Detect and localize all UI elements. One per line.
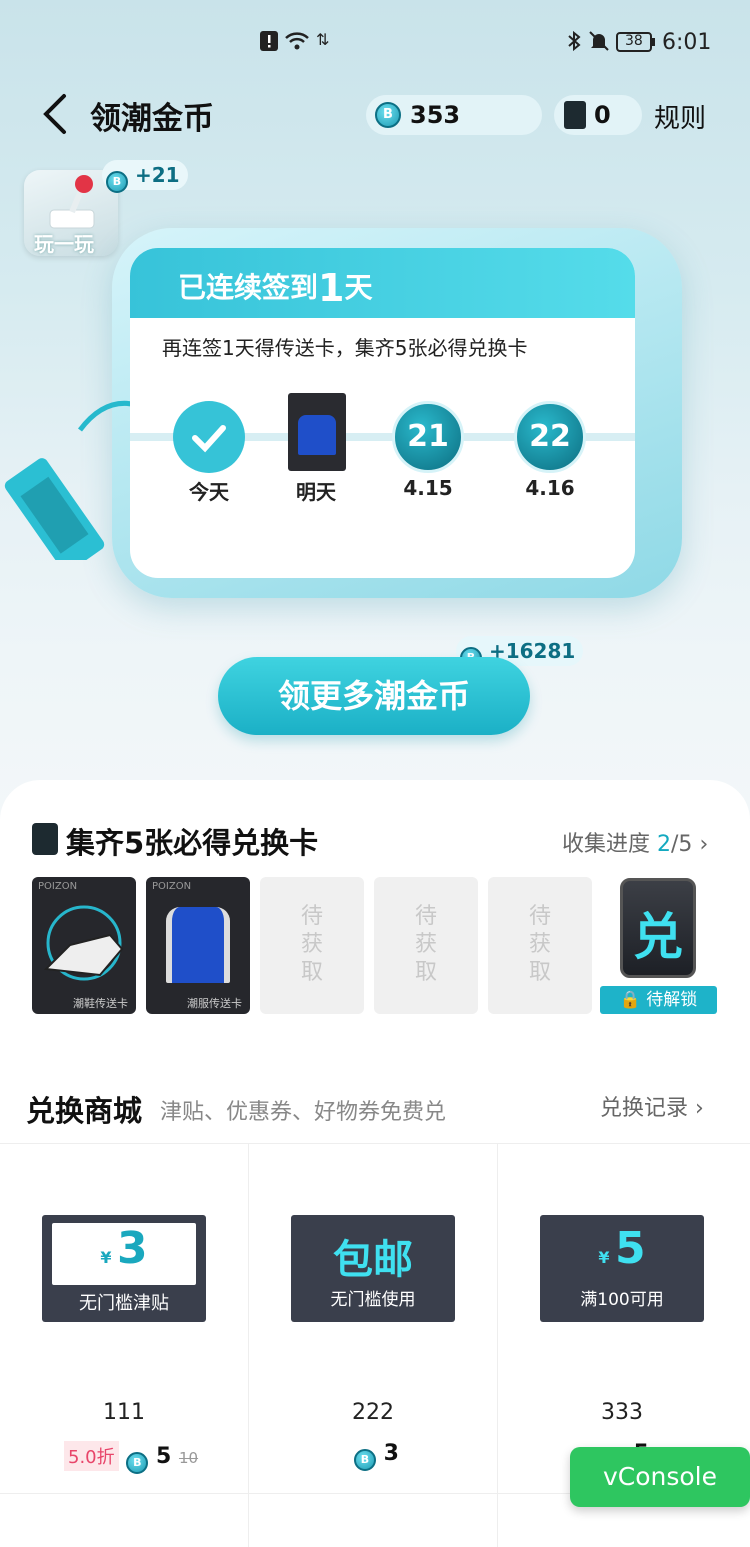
mall-title: 兑换商城 — [26, 1094, 143, 1128]
pending-char: 获 — [414, 932, 437, 957]
coupon-caption: 无门槛津贴 — [79, 1293, 169, 1314]
coin-balance: 353 — [410, 101, 461, 129]
sneaker-graphic — [43, 905, 124, 981]
data-arrows-icon: ⇅ — [316, 30, 330, 49]
price-value: 5 — [155, 1444, 172, 1469]
checkin-heading-prefix: 已连续签到 — [178, 271, 319, 304]
exchange-card-reward[interactable]: 兑 — [620, 878, 696, 978]
pending-char: 获 — [528, 932, 551, 957]
wifi-icon — [284, 30, 310, 58]
coupon-subsidy: ¥ 3 无门槛津贴 — [42, 1215, 206, 1322]
chevron-right-icon: › — [695, 1096, 704, 1121]
checkin-card: 已连续签到1天 再连签1天得传送卡，集齐5张必得兑换卡 今天 明天 21 4.1… — [130, 248, 635, 578]
chevron-right-icon: › — [699, 832, 709, 857]
collection-progress[interactable]: 收集进度 2/5 › — [562, 826, 708, 858]
card-count-pill[interactable]: 0 — [554, 95, 642, 135]
price-value: 3 — [383, 1441, 399, 1466]
card-brand: POIZON — [152, 881, 192, 892]
checkin-heading-suffix: 天 — [344, 271, 373, 304]
product-name: 111 — [103, 1400, 145, 1425]
pending-char: 取 — [528, 960, 551, 985]
coupon-currency: ¥ — [598, 1248, 610, 1267]
checkin-node-coin-1: 21 — [392, 401, 464, 473]
coin-icon: B — [354, 1449, 376, 1471]
exchange-card-icon — [32, 823, 58, 855]
original-price: 10 — [178, 1449, 199, 1467]
checkin-node-today — [173, 401, 245, 473]
bluetooth-icon — [566, 30, 582, 58]
progress-current: 2 — [657, 832, 672, 857]
coupon-currency: ¥ — [100, 1248, 112, 1267]
product-price: 5.0折 B 5 10 — [64, 1441, 199, 1474]
card-count: 0 — [594, 101, 611, 129]
coin-icon: B — [375, 102, 401, 128]
chevron-left-icon — [43, 94, 66, 134]
play-bonus-badge: B +21 — [102, 160, 188, 193]
jacket-graphic — [298, 415, 336, 455]
jacket-graphic — [166, 907, 230, 983]
checkin-label-day3: 4.15 — [403, 476, 453, 500]
play-bonus: +21 — [134, 163, 180, 187]
rules-link[interactable]: 规则 — [654, 98, 706, 135]
pending-card-slot: 待获取 — [260, 877, 364, 1014]
mall-subtitle: 津贴、优惠券、好物券免费兑 — [160, 1100, 447, 1125]
coin-icon: B — [126, 1452, 149, 1474]
vconsole-button[interactable]: vConsole — [570, 1447, 750, 1507]
card-label: 潮服传送卡 — [187, 997, 242, 1010]
pending-card-slot: 待获取 — [488, 877, 592, 1014]
transfer-card-reward — [288, 393, 346, 471]
coin-icon: B — [106, 171, 128, 193]
checkin-label-tomorrow: 明天 — [296, 480, 336, 504]
coupon-amount: 3 — [117, 1223, 148, 1274]
product-name: 222 — [352, 1400, 394, 1425]
pending-char: 待 — [414, 904, 437, 929]
play-label: 玩一玩 — [34, 232, 94, 256]
pending-char: 取 — [414, 960, 437, 985]
product-name: 333 — [601, 1400, 643, 1425]
coupon-amount: 5 — [615, 1223, 646, 1274]
coupon-caption: 满100可用 — [580, 1290, 664, 1310]
checkin-header: 已连续签到1天 — [130, 248, 635, 318]
checkin-label-day4: 4.16 — [525, 476, 575, 500]
coupon-discount: ¥ 5 满100可用 — [540, 1215, 704, 1322]
pending-char: 获 — [300, 932, 323, 957]
clock: 6:01 — [662, 30, 712, 55]
collection-title: 集齐5张必得兑换卡 — [66, 826, 319, 860]
coupon-caption: 无门槛使用 — [330, 1290, 416, 1310]
collected-card-2[interactable]: POIZON 潮服传送卡 — [146, 877, 250, 1014]
page-title: 领潮金币 — [90, 101, 214, 137]
checkin-label-today: 今天 — [189, 480, 229, 504]
battery-level: 38 — [625, 33, 643, 49]
exchange-card-icon — [564, 101, 586, 129]
coin-balance-pill[interactable]: B 353 — [366, 95, 542, 135]
reward-char: 兑 — [633, 908, 683, 966]
coupon-main: 包邮 — [333, 1237, 413, 1283]
discount-badge: 5.0折 — [64, 1441, 119, 1471]
card-brand: POIZON — [38, 881, 78, 892]
lock-icon: 🔒 — [619, 990, 641, 1010]
checkin-node-coin-2: 22 — [514, 401, 586, 473]
unlock-label: 待解锁 — [646, 990, 698, 1010]
coupon-free-shipping: 包邮 无门槛使用 — [291, 1215, 455, 1322]
status-bar: ⇅ 38 6:01 — [0, 28, 750, 60]
progress-label: 收集进度 — [562, 832, 651, 857]
pending-card-slot: 待获取 — [374, 877, 478, 1014]
pending-char: 待 — [300, 904, 323, 929]
alert-icon — [260, 30, 278, 58]
exchange-records-link[interactable]: 兑换记录 › — [600, 1090, 704, 1122]
mute-bell-icon — [588, 30, 610, 58]
progress-total: /5 — [671, 832, 693, 857]
unlock-status: 🔒 待解锁 — [600, 986, 717, 1014]
collected-card-1[interactable]: POIZON 潮鞋传送卡 — [32, 877, 136, 1014]
product-price: B 3 — [354, 1441, 399, 1471]
back-button[interactable] — [40, 92, 70, 136]
check-icon — [192, 425, 226, 453]
pending-char: 取 — [300, 960, 323, 985]
checkin-days: 1 — [318, 266, 345, 310]
checkin-subtitle: 再连签1天得传送卡，集齐5张必得兑换卡 — [162, 336, 528, 360]
card-label: 潮鞋传送卡 — [73, 997, 128, 1010]
earn-more-button[interactable]: 领更多潮金币 — [218, 657, 530, 735]
records-label: 兑换记录 — [600, 1096, 689, 1121]
pending-char: 待 — [528, 904, 551, 929]
